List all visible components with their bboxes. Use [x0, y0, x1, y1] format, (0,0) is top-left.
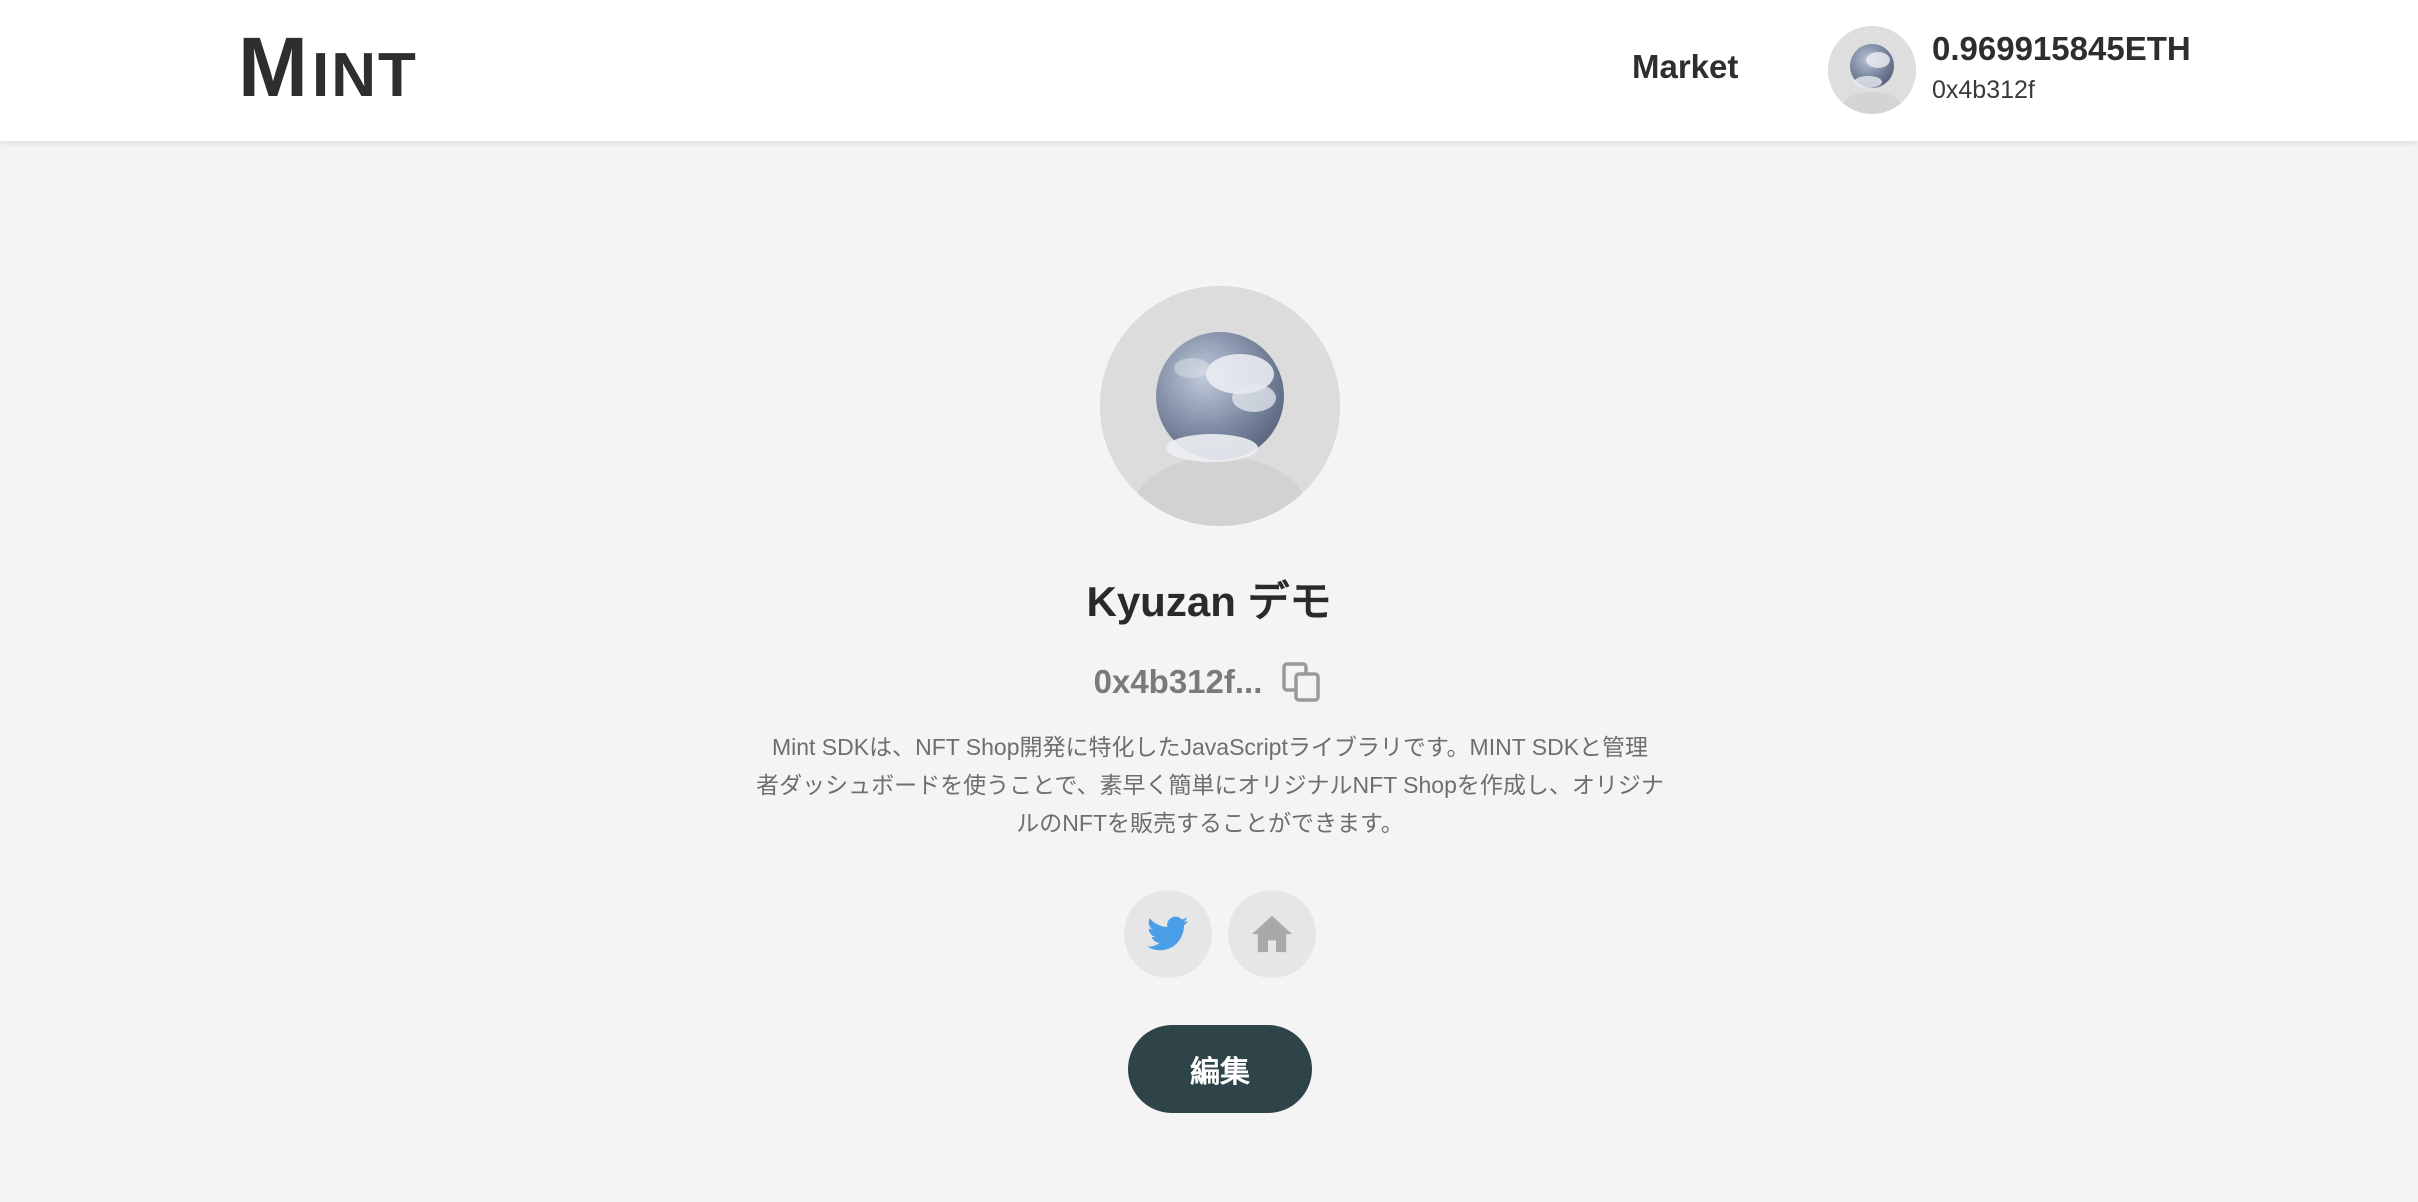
edit-profile-button[interactable]: 編集 — [1128, 1025, 1312, 1113]
profile-avatar — [1100, 286, 1340, 526]
address-row: 0x4b312f... — [0, 660, 2418, 704]
mint-logo[interactable]: M INT — [238, 20, 418, 114]
top-header: M INT Market 0.969915845ETH 0x4b312f — [0, 0, 2418, 141]
planet-avatar-large-icon — [1100, 286, 1340, 526]
bio-line: ルのNFTを販売することができます。 — [1016, 810, 1404, 836]
header-avatar[interactable] — [1828, 26, 1916, 114]
twitter-button[interactable] — [1124, 890, 1212, 978]
planet-avatar-icon — [1828, 26, 1916, 114]
profile-address: 0x4b312f... — [1093, 663, 1263, 700]
profile-bio: Mint SDKは、NFT Shop開発に特化したJavaScriptライブラリ… — [735, 728, 1685, 842]
website-button[interactable] — [1228, 890, 1316, 978]
bio-line: Mint SDKは、NFT Shop開発に特化したJavaScriptライブラリ… — [771, 734, 1649, 760]
profile-name: Kyuzan デモ — [1086, 578, 1332, 625]
copy-icon[interactable] — [1280, 660, 1324, 704]
home-icon — [1252, 915, 1292, 953]
logo-initial: M — [238, 20, 310, 114]
wallet-balance: 0.969915845ETH — [1932, 30, 2191, 67]
wallet-address: 0x4b312f — [1932, 76, 2035, 104]
logo-rest: INT — [311, 41, 418, 110]
twitter-icon — [1147, 916, 1189, 951]
nav-market-link[interactable]: Market — [1632, 48, 1738, 86]
bio-line: 者ダッシュボードを使うことで、素早く簡単にオリジナルNFT Shopを作成し、オ… — [756, 772, 1664, 798]
